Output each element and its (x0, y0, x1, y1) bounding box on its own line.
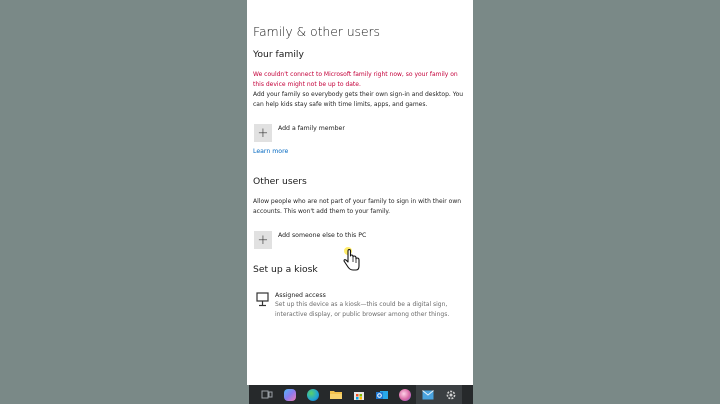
file-explorer-icon (329, 391, 342, 399)
taskbar-settings[interactable] (439, 385, 462, 404)
family-error-message: We couldn't connect to Microsoft family … (253, 71, 458, 88)
learn-more-link[interactable]: Learn more (253, 148, 288, 155)
taskbar-edge[interactable] (301, 385, 324, 404)
plus-icon: + (254, 231, 272, 249)
taskbar-file-explorer[interactable] (324, 385, 347, 404)
page-title: Family & other users (253, 24, 380, 39)
other-users-heading: Other users (253, 176, 307, 187)
paint-icon (398, 388, 411, 401)
assigned-access-description: Set up this device as a kiosk—this could… (275, 301, 450, 318)
kiosk-monitor-icon (256, 292, 269, 311)
assigned-access-title[interactable]: Assigned access (275, 292, 326, 299)
other-users-description: Allow people who are not part of your fa… (253, 198, 462, 215)
taskbar (249, 385, 473, 404)
task-view-icon (261, 390, 272, 398)
your-family-heading: Your family (253, 49, 304, 60)
kiosk-heading: Set up a kiosk (253, 264, 318, 275)
settings-panel: Family & other users Your family We coul… (247, 0, 473, 385)
outlook-icon (375, 390, 388, 399)
family-description: Add your family so everybody gets their … (253, 91, 464, 108)
taskbar-paint[interactable] (393, 385, 416, 404)
plus-icon: + (254, 124, 272, 142)
add-family-member-label: Add a family member (278, 125, 345, 132)
taskbar-task-view[interactable] (255, 385, 278, 404)
background-right (473, 0, 720, 404)
store-icon (353, 391, 364, 400)
hand-cursor-icon (342, 247, 362, 277)
taskbar-mail[interactable] (416, 385, 439, 404)
taskbar-copilot[interactable] (278, 385, 301, 404)
settings-icon (446, 390, 455, 399)
taskbar-store[interactable] (347, 385, 370, 404)
taskbar-outlook[interactable] (370, 385, 393, 404)
add-someone-else-label: Add someone else to this PC (278, 232, 367, 239)
mail-icon (421, 389, 434, 399)
background-left (0, 0, 247, 404)
copilot-icon (283, 388, 296, 401)
add-family-member-button[interactable]: + Add a family member (254, 124, 345, 142)
edge-icon (306, 388, 319, 401)
